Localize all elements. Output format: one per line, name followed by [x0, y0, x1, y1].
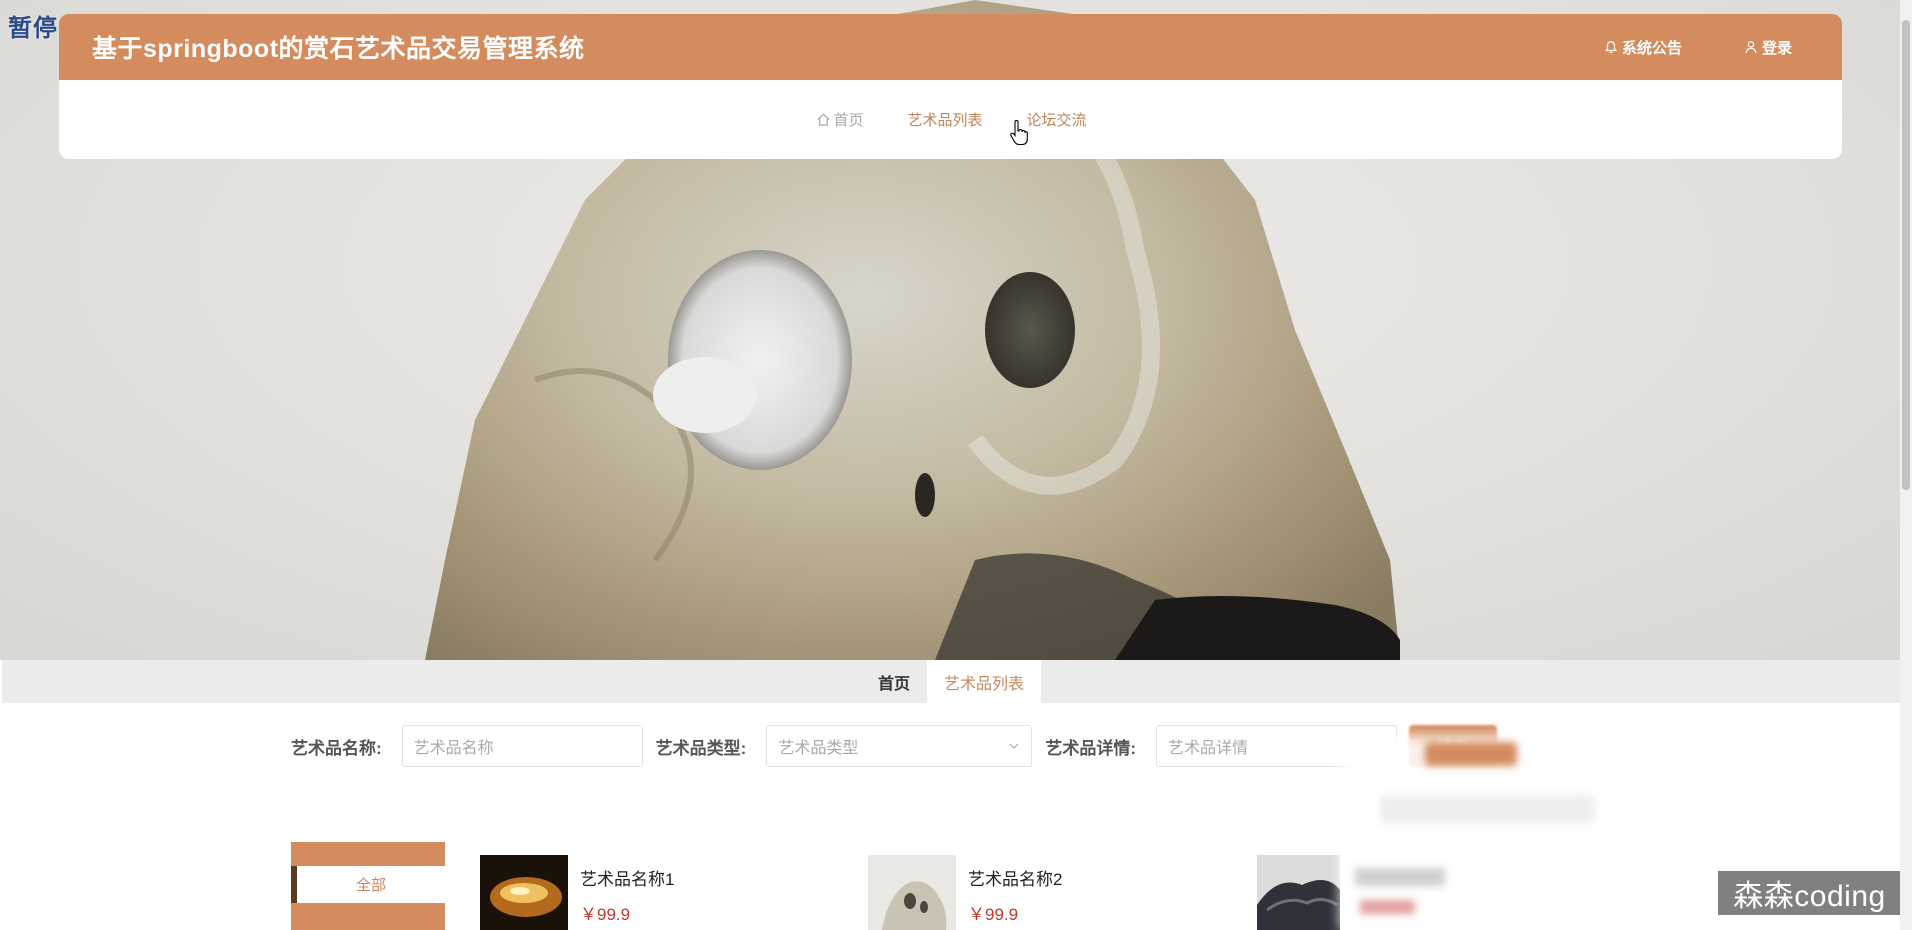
artwork-type-label: 艺术品类型: [655, 738, 747, 758]
header-bar: 基于springboot的赏石艺术品交易管理系统 系统公告 登录 [59, 14, 1842, 80]
blurred-price [1360, 900, 1415, 914]
nav-item-label: 论坛交流 [1026, 112, 1087, 129]
scrollbar-thumb[interactable] [1902, 20, 1910, 490]
artwork-detail-placeholder: 艺术品详情 [1168, 740, 1249, 757]
artwork-detail-label: 艺术品详情: [1045, 738, 1137, 758]
main-nav: 首页 艺术品列表 论坛交流 [59, 80, 1842, 159]
vertical-scrollbar[interactable] [1900, 0, 1912, 930]
system-notice-button[interactable]: 系统公告 [1604, 37, 1682, 58]
artwork-type-select[interactable]: 艺术品类型 [766, 725, 1033, 767]
blurred-tabs [1380, 795, 1595, 823]
nav-item-label: 首页 [833, 112, 864, 129]
breadcrumb: 首页 艺术品列表 [2, 660, 1900, 703]
search-form: 艺术品名称: 艺术品名称 艺术品类型: 艺术品类型 艺术品详情: 艺术品详情 搜… [291, 725, 1498, 767]
product-image[interactable] [480, 855, 568, 930]
blurred-button [1425, 742, 1517, 766]
login-label: 登录 [1761, 39, 1792, 57]
product-image[interactable] [868, 855, 956, 930]
header-actions: 系统公告 登录 [1604, 14, 1792, 80]
product-price: ￥99.9 [580, 905, 631, 924]
product-info: 艺术品名称1 ￥99.9 [568, 855, 674, 930]
hand-cursor-icon [1010, 120, 1028, 146]
product-price: ￥99.9 [968, 905, 1019, 924]
artwork-name-input[interactable]: 艺术品名称 [401, 725, 643, 767]
product-info: 艺术品名称2 ￥99.9 [956, 855, 1062, 930]
login-button[interactable]: 登录 [1744, 37, 1792, 58]
breadcrumb-current: 艺术品列表 [927, 660, 1042, 703]
artwork-name-label: 艺术品名称: [291, 738, 382, 758]
category-item-all[interactable]: 全部 [291, 866, 445, 903]
nav-item-artwork-list[interactable]: 艺术品列表 [907, 109, 982, 130]
breadcrumb-home[interactable]: 首页 [861, 660, 927, 703]
home-icon [817, 113, 831, 126]
site-title: 基于springboot的赏石艺术品交易管理系统 [92, 35, 585, 63]
product-image[interactable] [1257, 855, 1340, 930]
product-card[interactable]: 艺术品名称1 ￥99.9 [480, 855, 674, 930]
product-card[interactable] [1257, 855, 1340, 930]
nav-item-home[interactable]: 首页 [816, 109, 863, 130]
blurred-text [1355, 868, 1445, 886]
nav-item-forum[interactable]: 论坛交流 [1027, 109, 1087, 130]
nav-item-label: 艺术品列表 [907, 112, 983, 129]
product-name[interactable]: 艺术品名称2 [968, 865, 1062, 890]
system-notice-label: 系统公告 [1621, 39, 1682, 57]
bell-icon [1604, 41, 1618, 54]
chevron-down-icon [1009, 743, 1019, 749]
artwork-type-placeholder: 艺术品类型 [778, 740, 859, 757]
product-name[interactable]: 艺术品名称1 [580, 865, 674, 890]
user-icon [1745, 41, 1757, 54]
artwork-name-placeholder: 艺术品名称 [413, 740, 494, 757]
product-card[interactable]: 艺术品名称2 ￥99.9 [868, 855, 1062, 930]
category-sidebar: 全部 [291, 842, 445, 930]
pause-overlay-label[interactable]: 暂停 [8, 8, 58, 43]
watermark: 森森coding [1718, 871, 1901, 915]
